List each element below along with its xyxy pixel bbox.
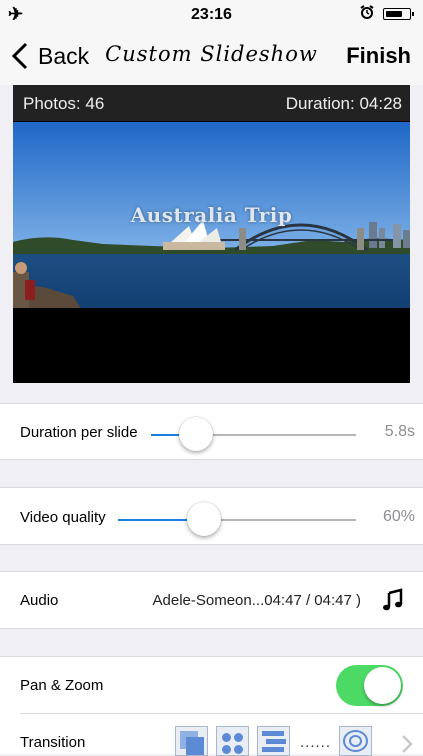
- alarm-icon: [360, 5, 374, 19]
- photos-count: Photos: 46: [23, 94, 105, 113]
- duration-per-slide-value: 5.8s: [384, 423, 415, 440]
- slider-thumb[interactable]: [186, 502, 221, 536]
- status-bar: ✈ 23:16: [0, 0, 423, 30]
- toggle-knob: [364, 667, 401, 704]
- slider-thumb[interactable]: [179, 417, 214, 451]
- finish-button[interactable]: Finish: [346, 43, 411, 69]
- audio-track-name: Adele-Someon...04:47 / 04:47 ): [152, 592, 361, 609]
- chevron-right-icon[interactable]: [401, 734, 413, 754]
- transition-more-dots: ......: [300, 734, 332, 751]
- video-quality-slider[interactable]: [118, 502, 356, 536]
- video-quality-label: Video quality: [20, 509, 106, 526]
- audio-label: Audio: [20, 592, 59, 609]
- preview-overlay-title: Australia Trip: [130, 203, 293, 227]
- duration-per-slide-label: Duration per slide: [20, 424, 138, 441]
- pan-zoom-label: Pan & Zoom: [20, 677, 104, 694]
- music-note-icon[interactable]: [381, 588, 405, 612]
- transition-dots-thumb[interactable]: [216, 726, 249, 756]
- video-quality-value: 60%: [382, 508, 415, 525]
- duration-per-slide-row: Duration per slide 5.8s: [0, 403, 423, 460]
- pan-zoom-toggle[interactable]: [336, 665, 403, 706]
- preview-photo: [13, 122, 410, 344]
- back-chevron-icon: [11, 42, 28, 70]
- slideshow-preview[interactable]: Photos: 46 Duration: 04:28 Australia Tri…: [13, 85, 410, 383]
- audio-row[interactable]: Audio Adele-Someon...04:47 / 04:47 ): [0, 571, 423, 629]
- transition-slide-thumb[interactable]: [175, 726, 208, 756]
- navigation-bar: Back Custom Slideshow Finish: [0, 30, 423, 85]
- back-label: Back: [38, 42, 90, 69]
- preview-info-bar: Photos: 46 Duration: 04:28: [13, 85, 410, 121]
- back-button[interactable]: Back: [10, 40, 89, 72]
- total-duration: Duration: 04:28: [285, 94, 402, 113]
- transition-blinds-thumb[interactable]: [257, 726, 290, 756]
- transition-label: Transition: [20, 734, 86, 751]
- video-quality-row: Video quality 60%: [0, 487, 423, 545]
- transition-ripple-thumb[interactable]: [339, 726, 372, 756]
- duration-per-slide-slider[interactable]: [151, 417, 356, 451]
- battery-icon: [383, 8, 414, 20]
- transition-row[interactable]: Transition ......: [0, 714, 423, 756]
- pan-zoom-row: Pan & Zoom: [0, 656, 423, 714]
